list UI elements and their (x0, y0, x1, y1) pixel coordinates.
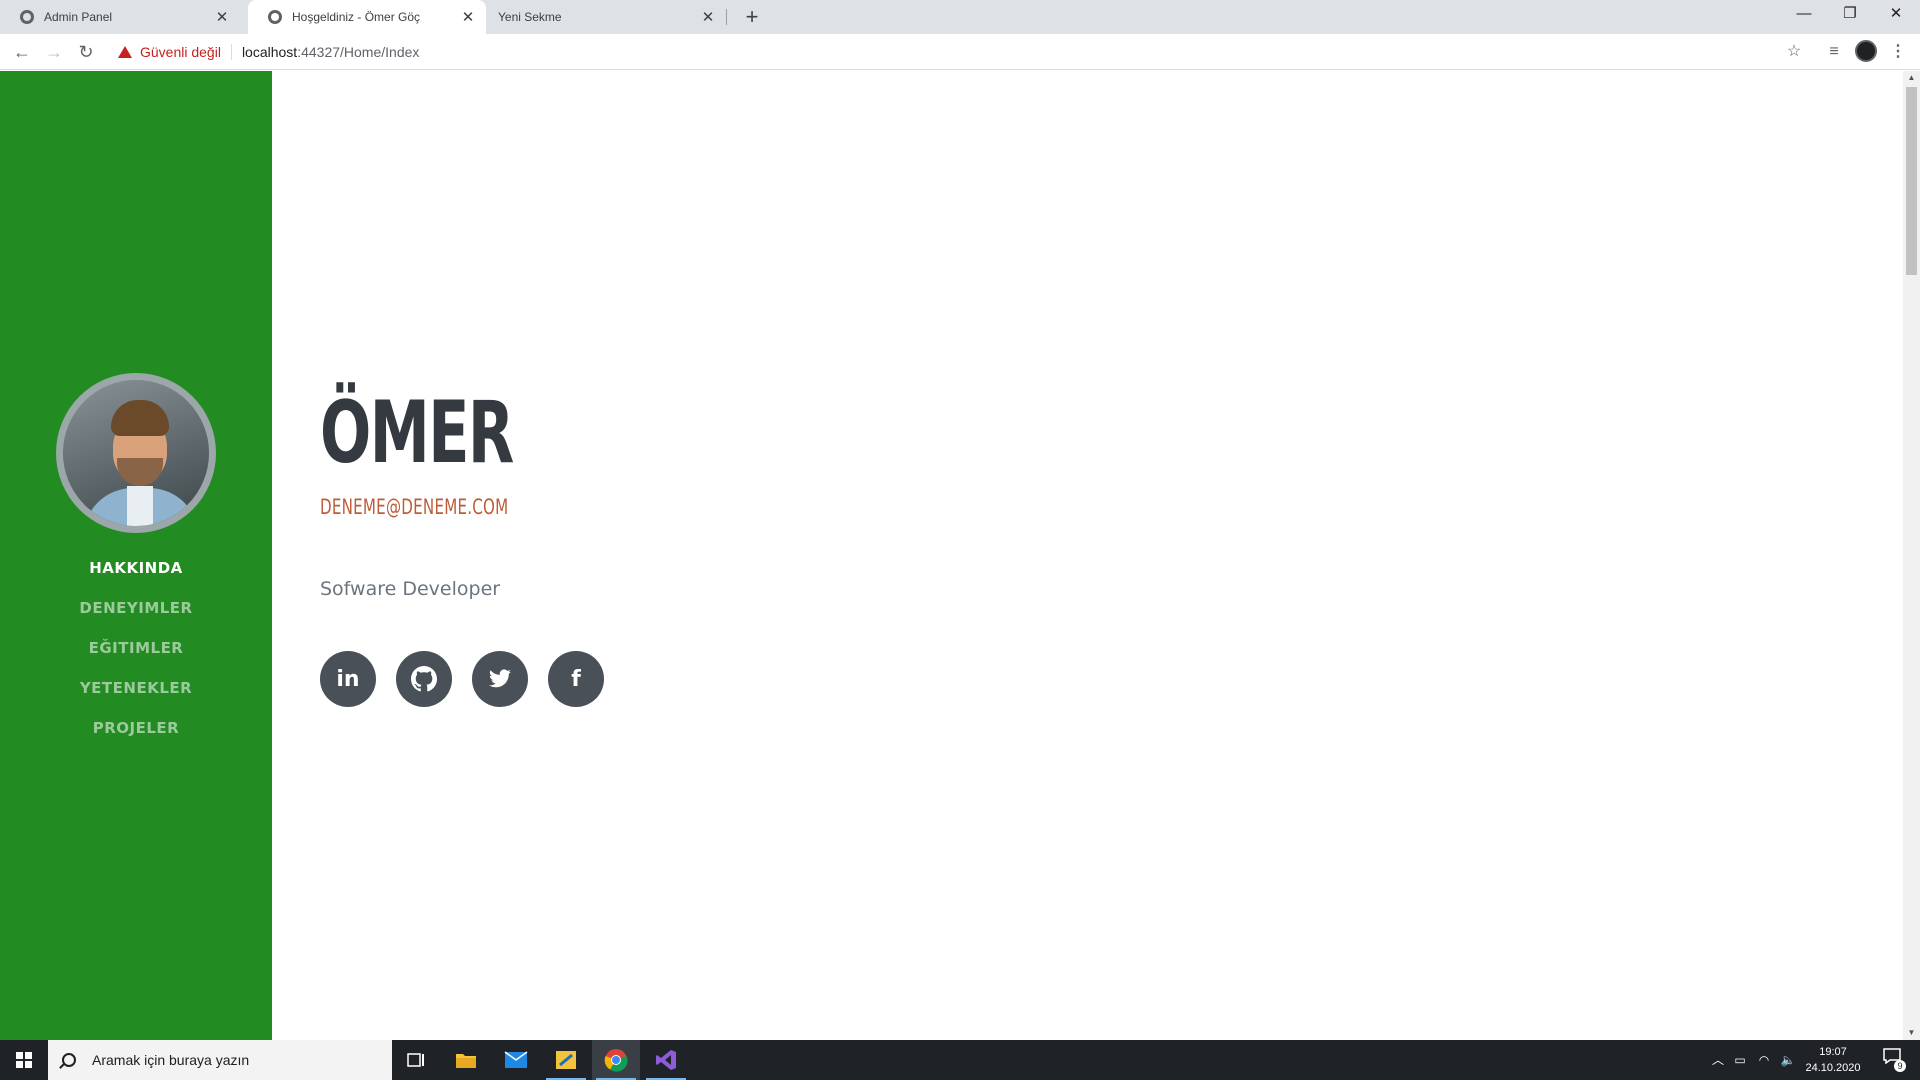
system-clock[interactable]: 19:07 24.10.2020 (1788, 1044, 1878, 1076)
new-tab-button[interactable]: + (738, 4, 766, 30)
twitter-icon[interactable] (472, 651, 528, 707)
reload-icon[interactable]: ↻ (74, 40, 98, 64)
notification-badge: 9 (1894, 1060, 1906, 1072)
visual-studio-icon[interactable] (642, 1040, 690, 1080)
minimize-button[interactable]: — (1781, 0, 1827, 30)
start-button[interactable] (0, 1040, 48, 1080)
notification-center-icon[interactable]: 9 (1876, 1040, 1908, 1080)
battery-icon[interactable]: ▭ (1730, 1040, 1750, 1080)
security-status[interactable]: Güvenli değil (140, 44, 221, 60)
clock-date: 24.10.2020 (1805, 1062, 1861, 1074)
sidebar-item-egitimler[interactable]: EĞITIMLER (0, 628, 272, 668)
chevron-up-icon[interactable]: ︿ (1708, 1040, 1728, 1080)
close-icon[interactable]: ✕ (458, 8, 478, 26)
profile-avatar[interactable] (1855, 40, 1877, 62)
sidebar-item-hakkinda[interactable]: HAKKINDA (0, 548, 272, 588)
bookmark-star-icon[interactable]: ☆ (1782, 40, 1806, 64)
tab-divider (726, 9, 727, 25)
email-link[interactable]: DENEME@DENEME.COM (320, 495, 508, 519)
facebook-icon[interactable]: f (548, 651, 604, 707)
scroll-thumb[interactable] (1906, 87, 1917, 275)
browser-tab-strip: Admin Panel ✕ Hoşgeldiniz - Ömer Göç ✕ Y… (0, 0, 1920, 34)
url-text[interactable]: localhost:44327/Home/Index (242, 44, 419, 60)
page-content: HAKKINDA DENEYIMLER EĞITIMLER YETENEKLER… (0, 71, 1903, 1040)
chrome-icon[interactable] (592, 1040, 640, 1080)
sidebar-item-deneyimler[interactable]: DENEYIMLER (0, 588, 272, 628)
task-view-icon[interactable] (392, 1040, 440, 1080)
sql-server-icon[interactable] (542, 1040, 590, 1080)
windows-taskbar: Aramak için buraya yazın ︿ ▭ ◠ 🔈 19:07 2… (0, 1040, 1920, 1080)
sidebar: HAKKINDA DENEYIMLER EĞITIMLER YETENEKLER… (0, 71, 272, 1040)
close-window-button[interactable]: ✕ (1873, 0, 1919, 30)
address-bar[interactable]: Güvenli değil localhost:44327/Home/Index (108, 38, 1788, 66)
close-icon[interactable]: ✕ (212, 8, 232, 26)
menu-icon[interactable]: ⋮ (1886, 40, 1910, 64)
windows-icon (16, 1052, 32, 1068)
back-icon[interactable]: ← (10, 40, 34, 64)
tab-welcome[interactable]: Hoşgeldiniz - Ömer Göç ✕ (248, 0, 486, 34)
forward-icon[interactable]: → (42, 40, 66, 64)
tab-title: Yeni Sekme (498, 10, 562, 24)
tab-new[interactable]: Yeni Sekme ✕ (486, 0, 726, 34)
media-control-icon[interactable]: ≡ (1822, 40, 1846, 64)
sidebar-nav: HAKKINDA DENEYIMLER EĞITIMLER YETENEKLER… (0, 548, 272, 748)
file-explorer-icon[interactable] (442, 1040, 490, 1080)
globe-icon (20, 10, 34, 24)
search-placeholder: Aramak için buraya yazın (92, 1052, 250, 1068)
social-links: in f (320, 651, 624, 707)
linkedin-icon[interactable]: in (320, 651, 376, 707)
close-icon[interactable]: ✕ (698, 8, 718, 26)
clock-time: 19:07 (1819, 1046, 1847, 1058)
warning-icon (118, 46, 132, 58)
scroll-up-icon[interactable]: ▲ (1903, 71, 1920, 85)
sidebar-item-projeler[interactable]: PROJELER (0, 708, 272, 748)
tab-title: Admin Panel (44, 10, 113, 24)
wifi-icon[interactable]: ◠ (1754, 1040, 1774, 1080)
github-icon[interactable] (396, 651, 452, 707)
page-title: ÖMER (320, 383, 514, 483)
job-title: Sofware Developer (320, 578, 501, 600)
scroll-down-icon[interactable]: ▼ (1903, 1026, 1920, 1040)
tab-title: Hoşgeldiniz - Ömer Göç (292, 10, 421, 24)
search-icon (62, 1053, 76, 1067)
mail-icon[interactable] (492, 1040, 540, 1080)
sidebar-item-yetenekler[interactable]: YETENEKLER (0, 668, 272, 708)
restore-button[interactable]: ❐ (1827, 0, 1873, 30)
omnibox-divider (230, 44, 232, 60)
browser-toolbar: ← → ↻ Güvenli değil localhost:44327/Home… (0, 34, 1920, 70)
page-scrollbar[interactable]: ▲ ▼ (1903, 71, 1920, 1040)
tab-admin-panel[interactable]: Admin Panel ✕ (0, 0, 240, 34)
globe-icon (268, 10, 282, 24)
taskbar-search[interactable]: Aramak için buraya yazın (48, 1040, 392, 1080)
profile-photo (56, 373, 216, 533)
